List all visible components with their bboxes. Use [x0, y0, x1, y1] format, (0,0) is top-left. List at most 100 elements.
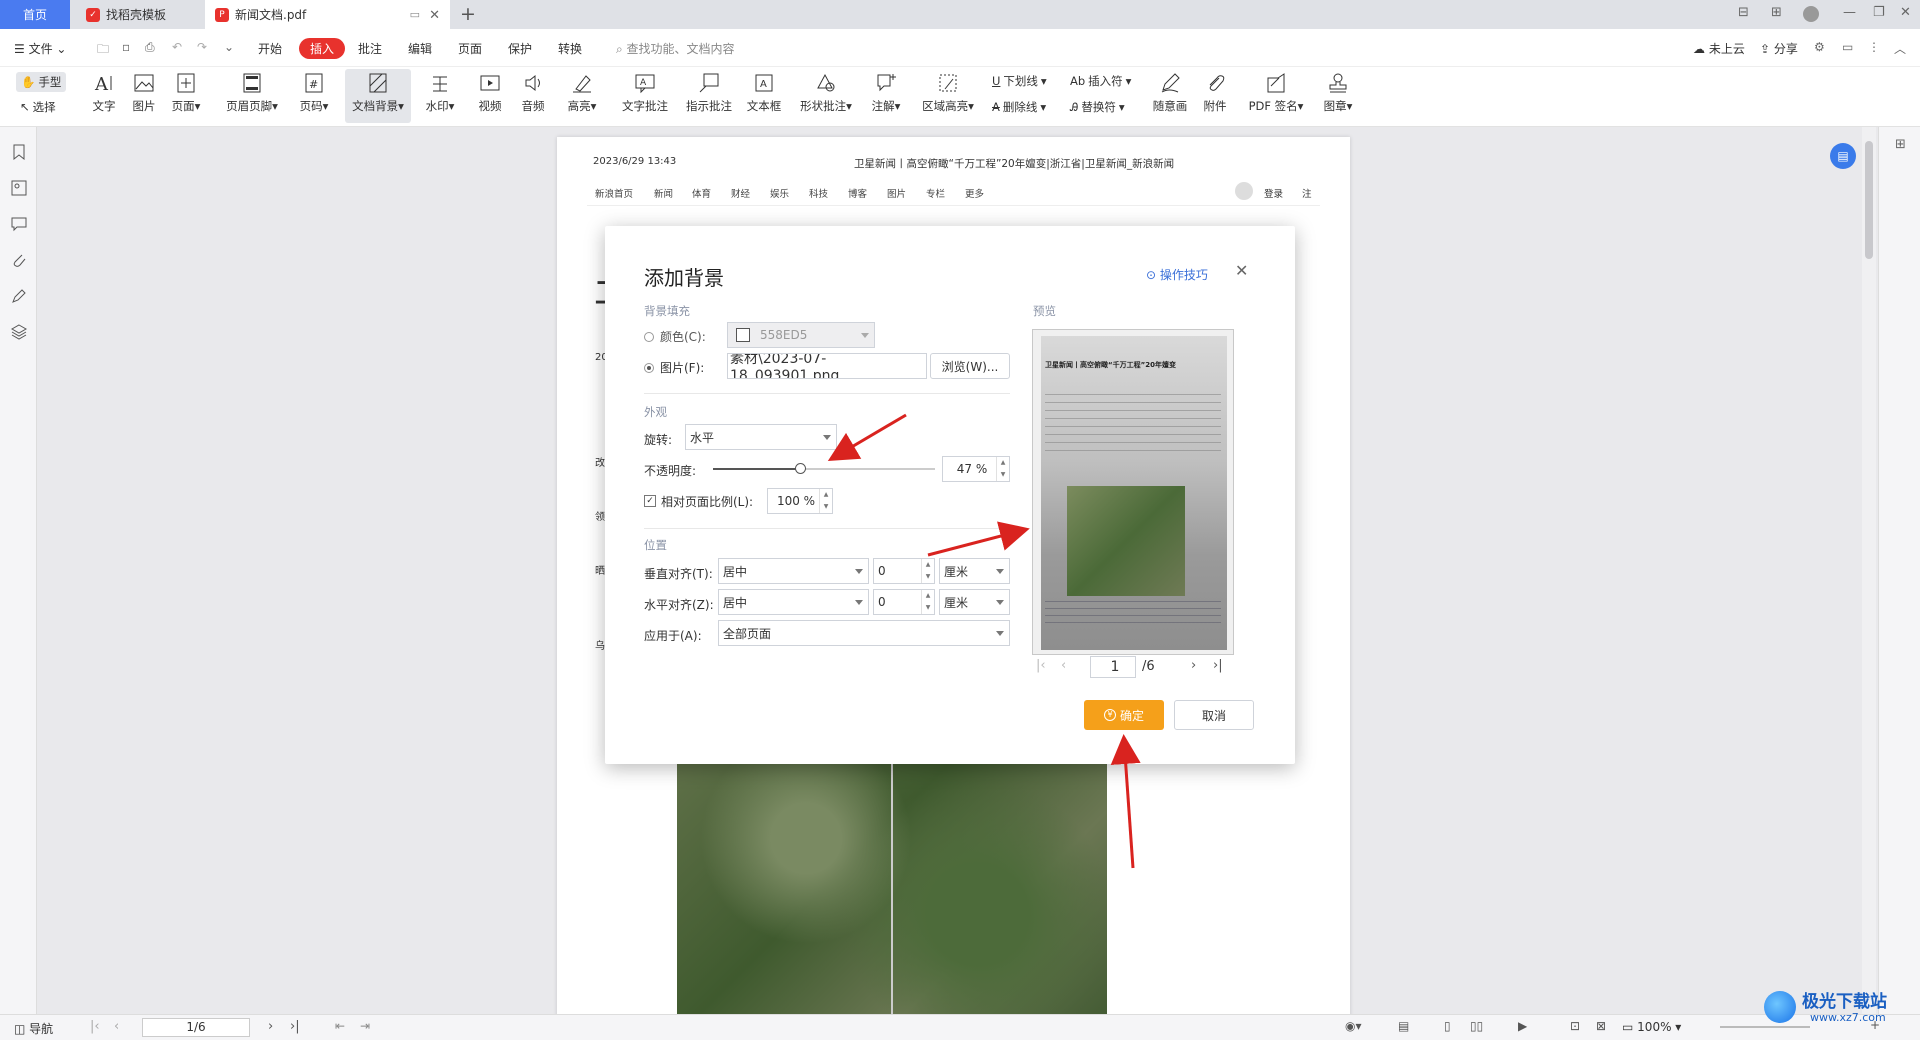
new-tab-button[interactable]: +	[460, 3, 476, 25]
back-icon[interactable]: ⇤	[335, 1019, 345, 1033]
last-page-icon[interactable]: ›|	[1213, 658, 1223, 673]
prev-page-icon[interactable]: ‹	[1061, 658, 1066, 673]
color-select[interactable]: 558ED5	[727, 322, 875, 348]
cancel-button[interactable]: 取消	[1174, 700, 1254, 730]
settings-icon[interactable]: ⚙	[1814, 40, 1825, 54]
comment-icon[interactable]	[11, 216, 27, 232]
avatar[interactable]	[1803, 6, 1819, 22]
grid-apps-icon[interactable]: ⊞	[1771, 5, 1782, 20]
menu-page[interactable]: 页面	[458, 40, 482, 57]
redo-icon[interactable]: ↷	[197, 40, 207, 54]
select-tool[interactable]: ↖ 选择	[20, 99, 56, 115]
image-radio[interactable]	[644, 363, 654, 373]
attachment-icon[interactable]	[11, 252, 27, 268]
menu-edit[interactable]: 编辑	[408, 40, 432, 57]
continuous-icon[interactable]: ▯	[1444, 1019, 1451, 1033]
search-box[interactable]: ⌕ 查找功能、文档内容	[616, 40, 735, 57]
properties-icon[interactable]: ⊞	[1895, 137, 1906, 152]
restore-icon[interactable]: ❐	[1873, 5, 1885, 20]
halign-select[interactable]: 居中	[718, 589, 869, 615]
menu-convert[interactable]: 转换	[558, 40, 582, 57]
play-icon[interactable]: ▶	[1518, 1019, 1527, 1033]
browse-button[interactable]: 浏览(W)...	[930, 353, 1010, 379]
hand-tool[interactable]: ✋ 手型	[16, 72, 67, 92]
thumbnail-icon[interactable]	[11, 180, 27, 196]
watermark-button[interactable]: 水印▾	[416, 69, 464, 114]
text-comment-button[interactable]: A 文字批注	[616, 69, 674, 114]
textbox-button[interactable]: A 文本框	[740, 69, 788, 114]
file-menu[interactable]: ☰ 文件 ⌄	[14, 40, 66, 57]
insert-page-button[interactable]: 页面▾	[162, 69, 210, 114]
halign-offset-stepper[interactable]: 0 ▲ ▼	[873, 589, 935, 615]
opacity-stepper[interactable]: 47 % ▲ ▼	[942, 456, 1010, 482]
cloud-status[interactable]: ☁ 未上云	[1693, 40, 1745, 57]
vertical-scrollbar[interactable]	[1862, 127, 1876, 1014]
bookmark-icon[interactable]	[11, 144, 27, 160]
zoom-select[interactable]: ▭ 100% ▾	[1622, 1020, 1681, 1034]
spinner-arrows-icon[interactable]: ▲ ▼	[996, 457, 1009, 481]
area-highlight-button[interactable]: 区域高亮▾	[918, 69, 978, 114]
page-number-button[interactable]: # 页码▾	[290, 69, 338, 114]
spinner-arrows-icon[interactable]: ▲ ▼	[921, 559, 934, 583]
page-number-input[interactable]: 1/6	[142, 1018, 250, 1037]
spinner-arrows-icon[interactable]: ▲ ▼	[819, 489, 832, 513]
pointer-comment-button[interactable]: 指示批注	[680, 69, 738, 114]
valign-unit-select[interactable]: 厘米	[939, 558, 1010, 584]
tab-pdf-document[interactable]: P 新闻文档.pdf ▭ ✕	[205, 0, 450, 29]
pdf-sign-button[interactable]: PDF 签名▾	[1244, 69, 1308, 114]
layers-icon[interactable]	[11, 324, 27, 340]
color-radio[interactable]	[644, 332, 654, 342]
tab-templates[interactable]: ✓ 找稻壳模板	[74, 0, 200, 29]
apply-select[interactable]: 全部页面	[718, 620, 1010, 646]
fit-page-icon[interactable]: ⊡	[1570, 1019, 1580, 1033]
minimize-icon[interactable]: —	[1843, 5, 1856, 20]
close-window-icon[interactable]: ✕	[1900, 5, 1911, 20]
navigation-toggle[interactable]: ◫ 导航	[14, 1020, 53, 1037]
prev-page-icon[interactable]: ‹	[114, 1019, 119, 1034]
comment-icon[interactable]: ▭	[1842, 40, 1853, 54]
image-path-input[interactable]: 素材\2023-07-18_093901.png	[727, 353, 927, 379]
forward-icon[interactable]: ⇥	[360, 1019, 370, 1033]
highlight-button[interactable]: 高亮▾	[558, 69, 606, 114]
stamp-button[interactable]: 图章▾	[1314, 69, 1362, 114]
valign-offset-stepper[interactable]: 0 ▲ ▼	[873, 558, 935, 584]
opacity-slider-handle[interactable]	[794, 463, 806, 474]
close-dialog-icon[interactable]: ✕	[1235, 261, 1248, 280]
menu-start[interactable]: 开始	[258, 40, 282, 57]
strikethrough-tool[interactable]: A 删除线 ▾	[992, 99, 1046, 115]
two-page-icon[interactable]: ▯▯	[1470, 1019, 1483, 1033]
insert-symbol-tool[interactable]: Ab 插入符 ▾	[1070, 73, 1131, 89]
eye-icon[interactable]: ◉▾	[1345, 1019, 1362, 1033]
first-page-icon[interactable]: |‹	[90, 1019, 100, 1034]
insert-image-button[interactable]: 图片	[120, 69, 168, 114]
scrollbar-thumb[interactable]	[1865, 141, 1873, 259]
video-button[interactable]: 视频	[466, 69, 514, 114]
shape-comment-button[interactable]: 形状批注▾	[796, 69, 856, 114]
opacity-slider[interactable]	[713, 463, 935, 474]
scale-checkbox[interactable]: ✓	[644, 495, 656, 507]
preview-page-input[interactable]: 1	[1090, 656, 1136, 678]
signature-panel-icon[interactable]	[11, 288, 27, 304]
single-page-icon[interactable]: ▤	[1398, 1019, 1409, 1033]
note-button[interactable]: 注解▾	[862, 69, 910, 114]
floating-translate-icon[interactable]: ▤	[1830, 143, 1856, 169]
audio-button[interactable]: 音频	[509, 69, 557, 114]
scale-stepper[interactable]: 100 % ▲ ▼	[767, 488, 833, 514]
collapse-ribbon-icon[interactable]: ︿	[1894, 40, 1906, 57]
rotate-select[interactable]: 水平	[685, 424, 837, 450]
attachment-button[interactable]: 附件	[1191, 69, 1239, 114]
tips-link[interactable]: ⊙ 操作技巧	[1146, 266, 1208, 283]
layout-icon[interactable]: ⊟	[1738, 5, 1749, 20]
underline-tool[interactable]: U 下划线 ▾	[992, 73, 1047, 89]
last-page-icon[interactable]: ›|	[290, 1019, 300, 1034]
document-background-button[interactable]: 文档背景▾	[345, 69, 411, 123]
share-button[interactable]: ⇪ 分享	[1760, 40, 1798, 57]
customize-icon[interactable]: ⌄	[224, 40, 234, 54]
tab-home[interactable]: 首页	[0, 0, 70, 29]
more-icon[interactable]: ⋮	[1868, 40, 1880, 54]
first-page-icon[interactable]: |‹	[1036, 658, 1046, 673]
spinner-arrows-icon[interactable]: ▲ ▼	[921, 590, 934, 614]
menu-insert[interactable]: 插入	[299, 38, 346, 59]
replace-symbol-tool[interactable]: Ꭿ 替换符 ▾	[1070, 99, 1125, 115]
open-icon[interactable]: 🗀	[97, 40, 109, 61]
